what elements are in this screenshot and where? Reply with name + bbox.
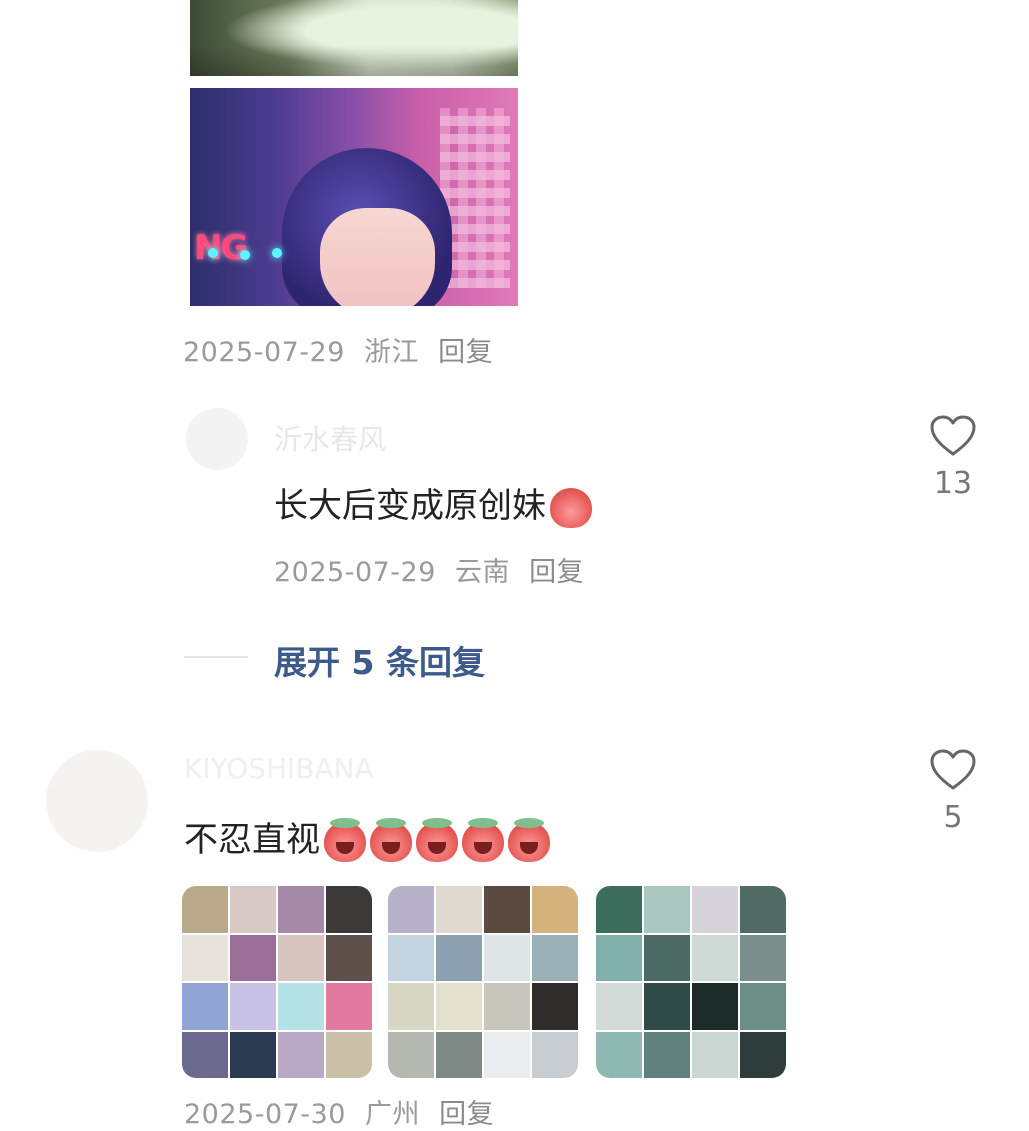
heart-outline-icon	[930, 415, 976, 456]
comment-location: 云南	[455, 557, 511, 588]
comment-image-2[interactable]: NG	[190, 88, 518, 306]
reply-button[interactable]: 回复	[438, 337, 493, 368]
comment-meta: 2025-07-29 云南 回复	[274, 550, 584, 589]
crying-emoji	[462, 817, 504, 862]
crying-emoji	[324, 817, 366, 862]
like-button[interactable]: 13	[922, 414, 984, 501]
reply-button[interactable]: 回复	[439, 1099, 494, 1130]
username[interactable]: 沂水春风	[274, 418, 386, 458]
like-count: 5	[943, 800, 963, 835]
comment-date: 2025-07-29	[274, 557, 436, 588]
username[interactable]: KIYOSHIBANA	[184, 752, 374, 785]
comment-meta: 2025-07-30 广州 回复	[184, 1092, 494, 1131]
expand-replies-link[interactable]: 展开 5 条回复	[274, 636, 485, 684]
comment-location: 浙江	[364, 337, 420, 368]
comment-text: 不忍直视	[184, 812, 550, 862]
reply-button[interactable]: 回复	[529, 557, 584, 588]
comment-image-1[interactable]	[190, 0, 518, 82]
avatar[interactable]	[46, 750, 148, 852]
crying-emoji	[508, 817, 550, 862]
comment-text: 长大后变成原创妹	[274, 478, 592, 528]
comment-image-thumbnail[interactable]	[182, 886, 372, 1078]
comment-image-thumbnail[interactable]	[388, 886, 578, 1078]
like-count: 13	[933, 466, 973, 501]
expand-divider	[184, 656, 248, 658]
crying-emoji	[416, 817, 458, 862]
crying-emoji	[370, 817, 412, 862]
comment-image-thumbnail[interactable]	[596, 886, 786, 1078]
comment-text-content: 长大后变成原创妹	[274, 486, 546, 526]
thumbs-up-emoji	[550, 487, 592, 528]
comment-date: 2025-07-30	[184, 1099, 346, 1130]
comment-meta: 2025-07-29 浙江 回复	[183, 330, 493, 369]
avatar[interactable]	[186, 408, 248, 470]
comment-date: 2025-07-29	[183, 337, 345, 368]
comment-location: 广州	[365, 1099, 421, 1130]
comment-text-content: 不忍直视	[184, 820, 320, 860]
like-button[interactable]: 5	[922, 748, 984, 835]
heart-outline-icon	[930, 749, 976, 790]
